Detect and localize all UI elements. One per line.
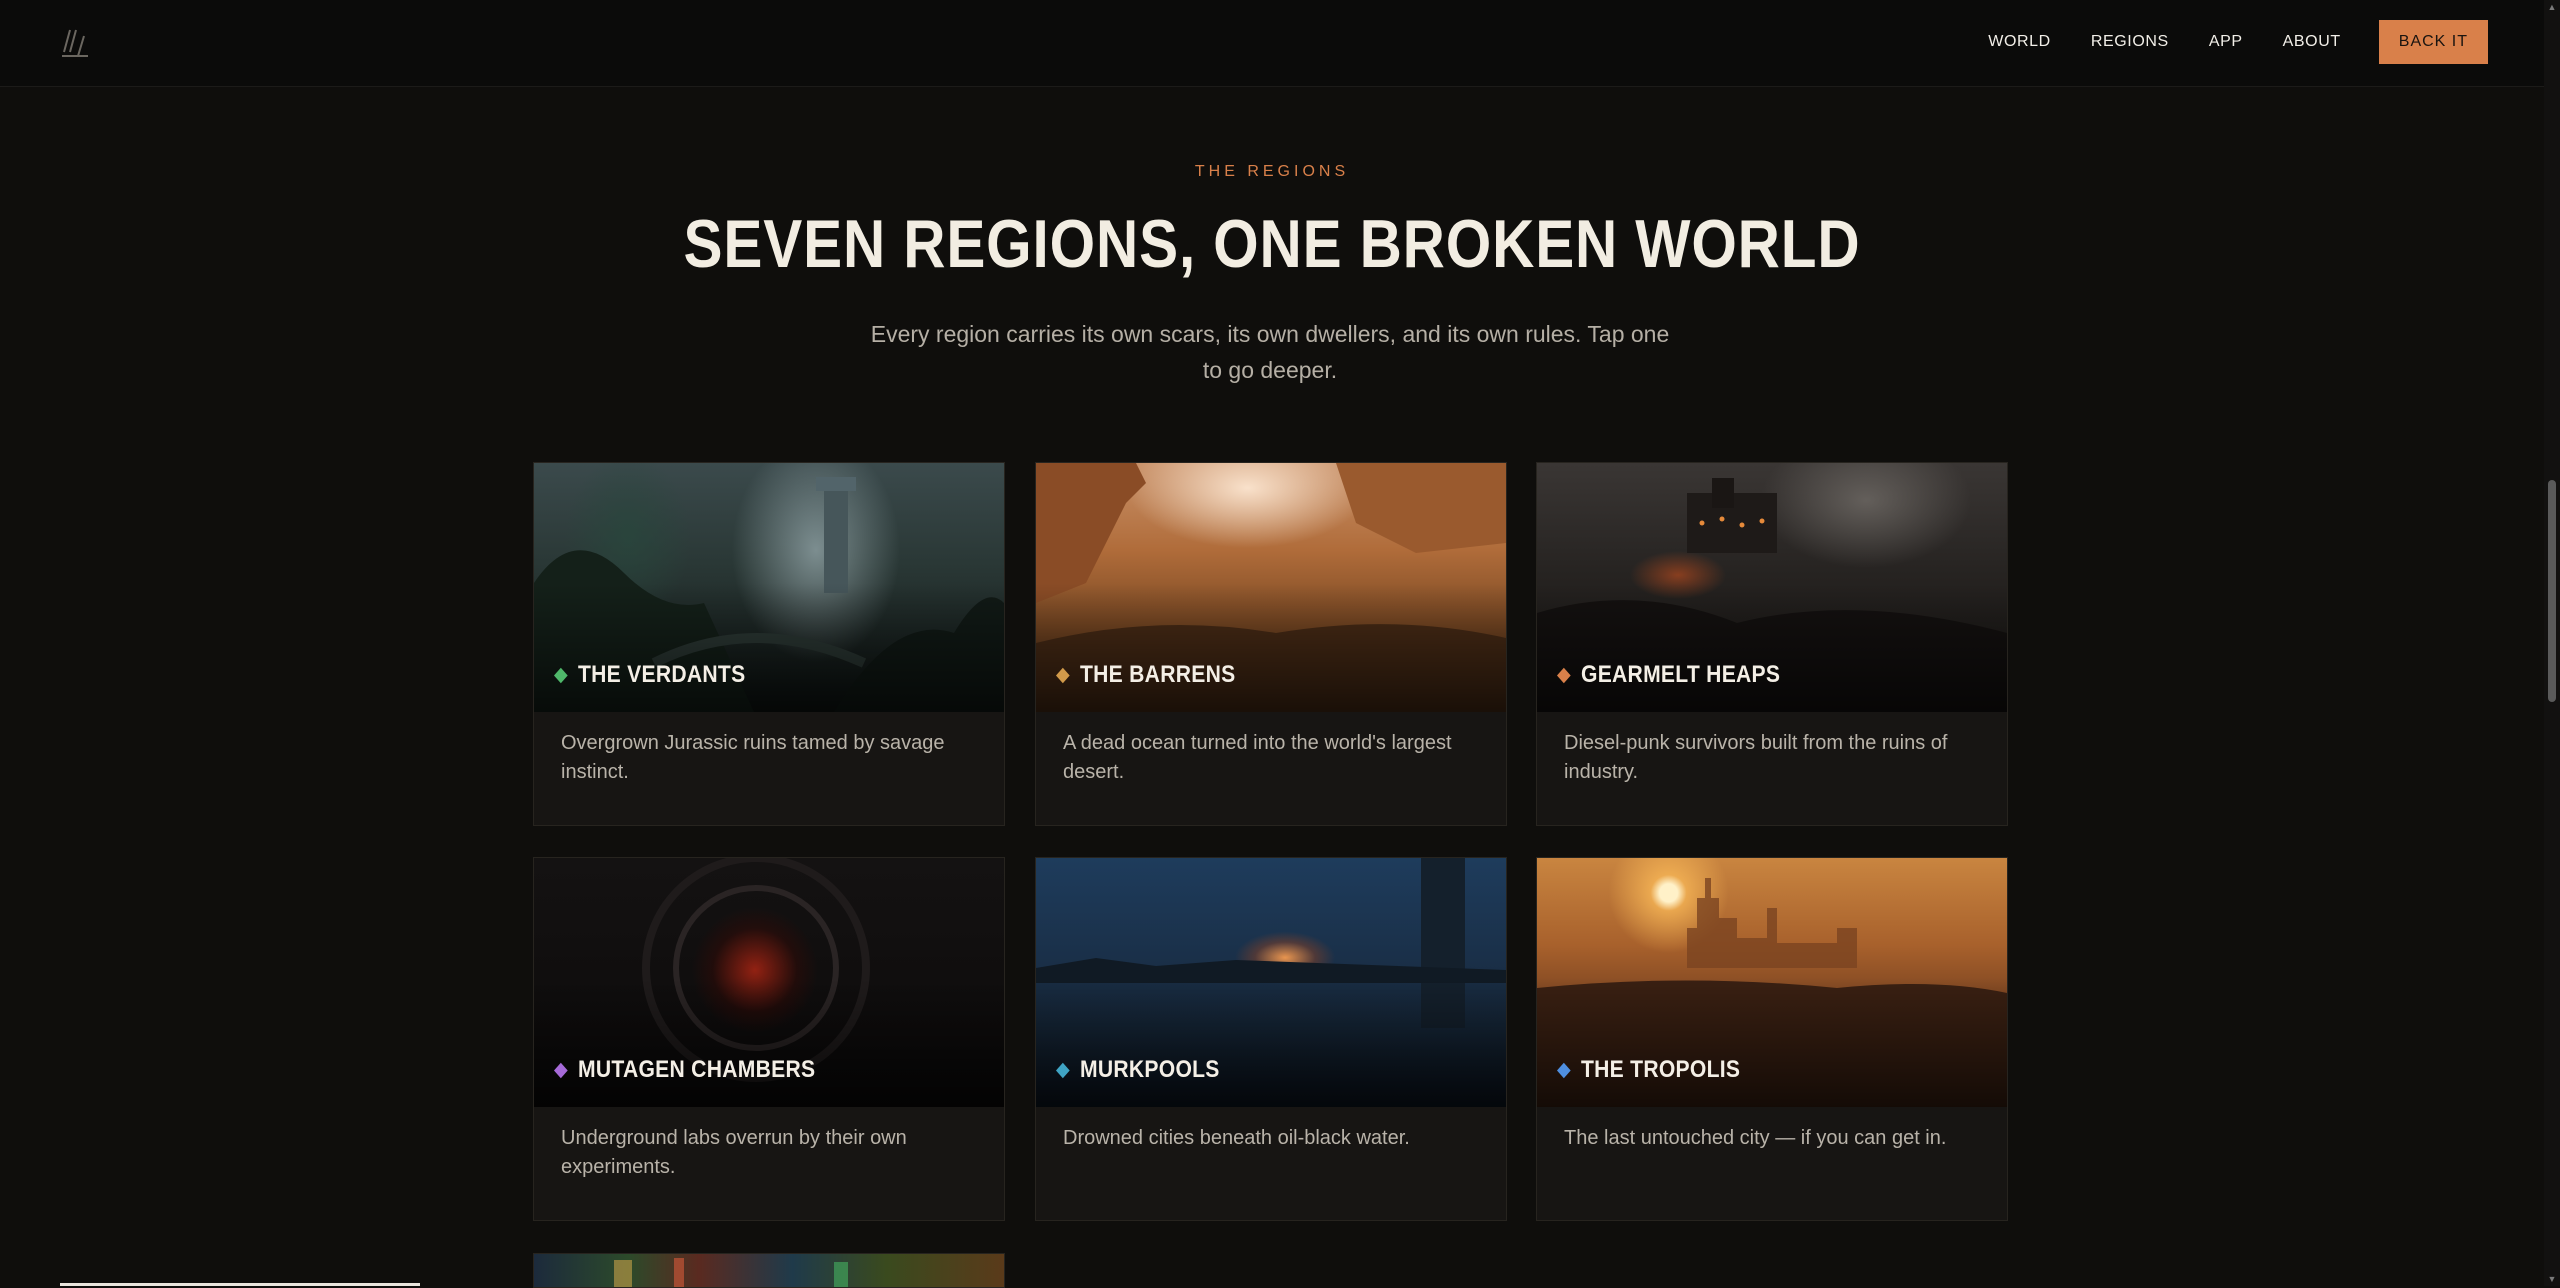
region-name: THE VERDANTS bbox=[578, 661, 746, 688]
region-title: MURKPOOLS bbox=[1055, 1056, 1220, 1084]
region-name: MUTAGEN CHAMBERS bbox=[578, 1056, 816, 1083]
region-card-partial[interactable] bbox=[533, 1253, 1005, 1288]
nav-app[interactable]: APP bbox=[2209, 20, 2243, 64]
region-description: The last untouched city — if you can get… bbox=[1564, 1127, 1947, 1149]
region-card-mutagen[interactable]: MUTAGEN CHAMBERS Underground labs overru… bbox=[533, 857, 1005, 1221]
region-description: Drowned cities beneath oil-black water. bbox=[1063, 1127, 1410, 1149]
region-description: Diesel-punk survivors built from the rui… bbox=[1564, 732, 1948, 783]
diamond-icon bbox=[1556, 1062, 1571, 1078]
back-it-button[interactable]: BACK IT bbox=[2378, 20, 2488, 64]
region-name: THE TROPOLIS bbox=[1581, 1056, 1741, 1083]
main-nav: WORLD REGIONS APP ABOUT BACK IT bbox=[1948, 20, 2488, 64]
region-title: THE TROPOLIS bbox=[1556, 1056, 1741, 1084]
region-card-murkpools[interactable]: MURKPOOLS Drowned cities beneath oil-bla… bbox=[1035, 857, 1507, 1221]
region-card-verdants[interactable]: THE VERDANTS Overgrown Jurassic ruins ta… bbox=[533, 462, 1005, 826]
region-card-gearmelt[interactable]: GEARMELT HEAPS Diesel-punk survivors bui… bbox=[1536, 462, 2008, 826]
scroll-down-arrow-icon[interactable]: ▼ bbox=[2547, 1274, 2557, 1284]
region-title: THE BARRENS bbox=[1055, 661, 1236, 689]
scrollbar-thumb[interactable] bbox=[2548, 480, 2556, 702]
region-description: Overgrown Jurassic ruins tamed by savage… bbox=[561, 732, 945, 783]
top-navigation-bar: WORLD REGIONS APP ABOUT BACK IT bbox=[0, 0, 2544, 87]
diamond-icon bbox=[553, 1062, 568, 1078]
region-description: Underground labs overrun by their own ex… bbox=[561, 1127, 907, 1178]
region-card-tropolis[interactable]: THE TROPOLIS The last untouched city — i… bbox=[1536, 857, 2008, 1221]
region-title: THE VERDANTS bbox=[553, 661, 746, 689]
region-name: THE BARRENS bbox=[1080, 661, 1236, 688]
logo[interactable] bbox=[58, 22, 94, 62]
region-name: MURKPOOLS bbox=[1080, 1056, 1220, 1083]
diamond-icon bbox=[1556, 667, 1571, 683]
scrollbar[interactable]: ▲ ▼ bbox=[2544, 0, 2560, 1286]
section-eyebrow: THE REGIONS bbox=[1194, 163, 1350, 180]
region-title: GEARMELT HEAPS bbox=[1556, 661, 1781, 689]
nav-regions[interactable]: REGIONS bbox=[2091, 20, 2169, 64]
region-card-barrens[interactable]: THE BARRENS A dead ocean turned into the… bbox=[1035, 462, 1507, 826]
region-description: A dead ocean turned into the world's lar… bbox=[1063, 732, 1452, 783]
region-name: GEARMELT HEAPS bbox=[1581, 661, 1781, 688]
diamond-icon bbox=[1055, 667, 1070, 683]
scroll-up-arrow-icon[interactable]: ▲ bbox=[2547, 2, 2557, 12]
diamond-icon bbox=[553, 667, 568, 683]
nav-about[interactable]: ABOUT bbox=[2283, 20, 2341, 64]
section-title: SEVEN REGIONS, ONE BROKEN WORLD bbox=[683, 206, 1861, 282]
region-title: MUTAGEN CHAMBERS bbox=[553, 1056, 816, 1084]
nav-world[interactable]: WORLD bbox=[1988, 20, 2051, 64]
section-subtitle: Every region carries its own scars, its … bbox=[870, 321, 1670, 383]
diamond-icon bbox=[1055, 1062, 1070, 1078]
